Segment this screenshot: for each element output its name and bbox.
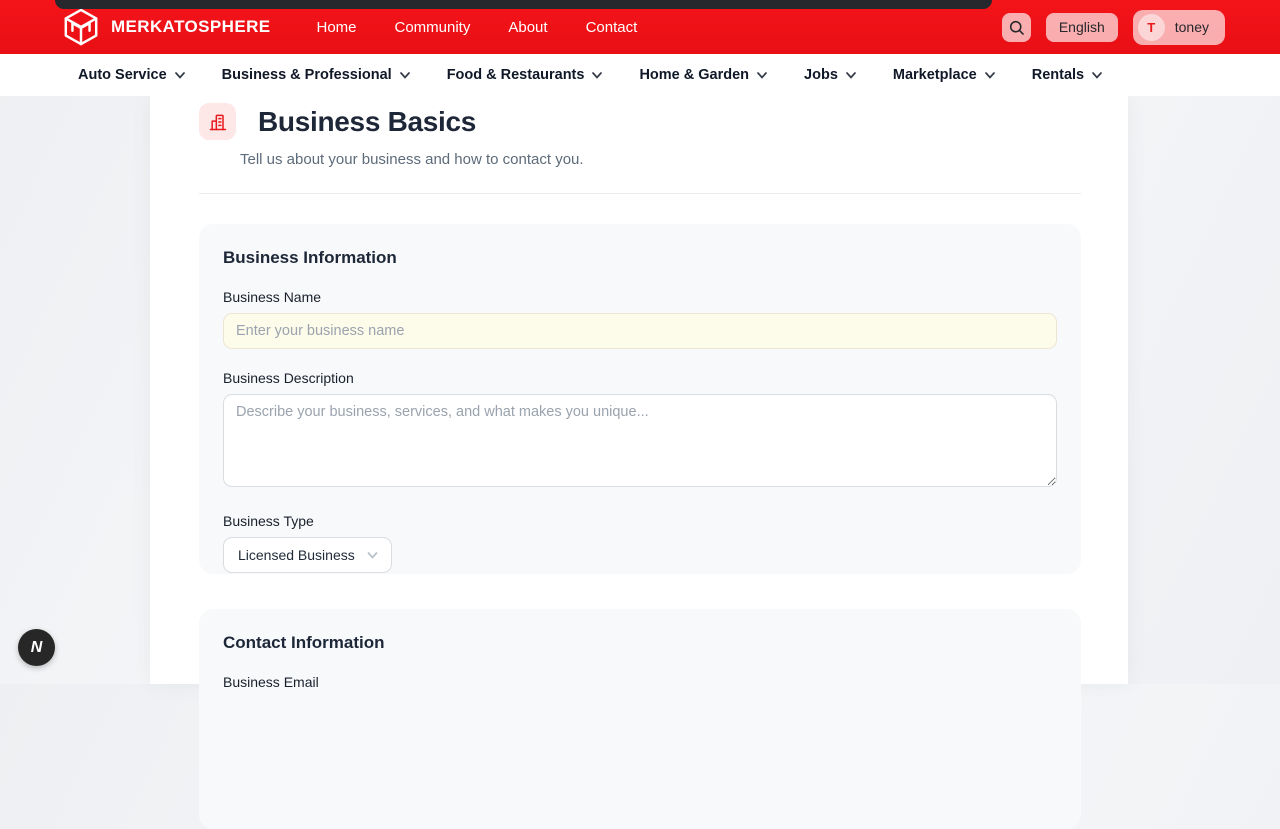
search-icon (1008, 19, 1025, 36)
dev-badge-button[interactable]: N (18, 629, 55, 666)
chevron-down-icon (175, 72, 185, 79)
page-header: Business Basics (150, 96, 1128, 140)
category-business-professional[interactable]: Business & Professional (222, 67, 410, 83)
page-title: Business Basics (258, 106, 476, 138)
category-rentals[interactable]: Rentals (1032, 67, 1102, 83)
category-jobs[interactable]: Jobs (804, 67, 856, 83)
brand[interactable]: MERKATOSPHERE (62, 8, 270, 46)
business-type-label: Business Type (223, 513, 1057, 529)
page-subtitle: Tell us about your business and how to c… (240, 151, 1128, 168)
user-name: toney (1175, 19, 1209, 35)
avatar: T (1138, 14, 1165, 41)
business-email-label: Business Email (223, 674, 1057, 690)
business-type-value: Licensed Business (238, 547, 355, 563)
brand-cube-icon (62, 8, 100, 46)
contact-information-heading: Contact Information (223, 633, 1057, 653)
nav-item-about[interactable]: About (508, 19, 547, 36)
building-icon (208, 112, 228, 132)
nav-item-home[interactable]: Home (316, 19, 356, 36)
business-description-label: Business Description (223, 370, 1057, 386)
main-content: Business Basics Tell us about your busin… (150, 96, 1128, 684)
chevron-down-icon (592, 72, 602, 79)
top-overlay-bar (55, 0, 992, 9)
divider (199, 193, 1081, 194)
user-menu[interactable]: T toney (1133, 10, 1225, 45)
header-actions: English T toney (1002, 10, 1225, 45)
chevron-down-icon (1092, 72, 1102, 79)
category-auto-service[interactable]: Auto Service (78, 67, 185, 83)
language-button[interactable]: English (1046, 13, 1118, 42)
category-marketplace[interactable]: Marketplace (893, 67, 995, 83)
business-name-label: Business Name (223, 289, 1057, 305)
nav-item-contact[interactable]: Contact (586, 19, 638, 36)
business-information-card: Business Information Business Name Busin… (199, 224, 1081, 574)
header-nav: Home Community About Contact (316, 19, 637, 36)
business-type-select[interactable]: Licensed Business (223, 537, 392, 573)
search-button[interactable] (1002, 13, 1031, 42)
chevron-down-icon (985, 72, 995, 79)
contact-information-card: Contact Information Business Email (199, 609, 1081, 829)
building-icon-badge (199, 103, 236, 140)
business-description-textarea[interactable] (223, 394, 1057, 487)
chevron-down-icon (400, 72, 410, 79)
category-nav: Auto Service Business & Professional Foo… (0, 54, 1280, 96)
business-information-heading: Business Information (223, 248, 1057, 268)
category-food-restaurants[interactable]: Food & Restaurants (447, 67, 603, 83)
category-home-garden[interactable]: Home & Garden (639, 67, 767, 83)
chevron-down-icon (367, 552, 378, 559)
brand-name: MERKATOSPHERE (111, 17, 270, 37)
nav-item-community[interactable]: Community (395, 19, 471, 36)
chevron-down-icon (846, 72, 856, 79)
business-name-input[interactable] (223, 313, 1057, 349)
chevron-down-icon (757, 72, 767, 79)
